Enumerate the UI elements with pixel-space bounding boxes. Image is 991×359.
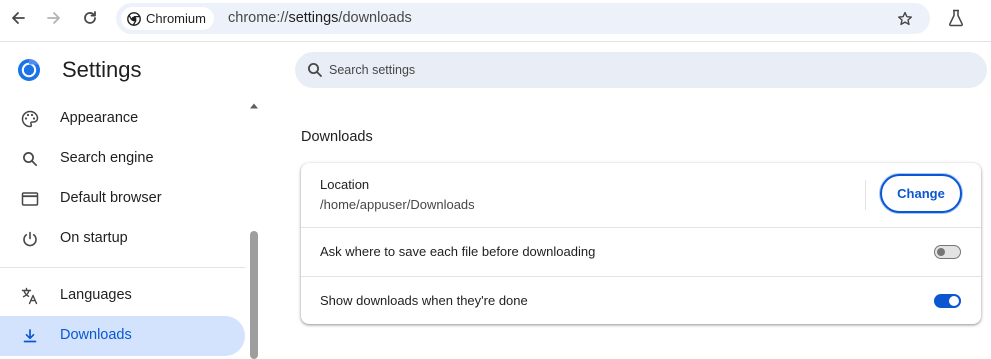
bookmark-star-button[interactable] <box>895 9 915 29</box>
toggle-knob <box>949 296 959 306</box>
sidebar-scrollbar-thumb[interactable] <box>250 231 258 359</box>
search-icon <box>308 63 322 77</box>
download-icon <box>20 326 40 346</box>
reload-icon <box>84 11 96 24</box>
sidebar-divider <box>0 267 245 268</box>
palette-icon <box>20 109 40 129</box>
url-scheme: chrome:// <box>228 10 289 26</box>
browser-window-icon <box>20 189 40 209</box>
url-text[interactable]: chrome://settings/downloads <box>228 10 412 26</box>
sidebar-item-label: Search engine <box>60 150 154 166</box>
address-bar[interactable]: Chromium chrome://settings/downloads <box>116 3 930 34</box>
back-button[interactable] <box>6 6 30 30</box>
browser-toolbar: Chromium chrome://settings/downloads <box>0 0 991 36</box>
search-placeholder: Search settings <box>329 63 416 77</box>
sidebar-item-downloads[interactable]: Downloads <box>0 316 245 356</box>
ask-where-label: Ask where to save each file before downl… <box>320 244 596 259</box>
row-separator <box>865 180 866 210</box>
forward-arrow-icon <box>47 12 60 24</box>
toolbar-divider <box>0 41 991 42</box>
translate-icon <box>20 286 40 306</box>
chip-label: Chromium <box>146 11 206 26</box>
show-when-done-label: Show downloads when they're done <box>320 293 528 308</box>
reload-button[interactable] <box>78 6 102 30</box>
sidebar-item-label: Default browser <box>60 190 162 206</box>
ask-where-toggle[interactable] <box>934 245 961 259</box>
search-icon <box>20 149 40 169</box>
sidebar-item-default-browser[interactable]: Default browser <box>0 179 245 219</box>
sidebar-item-label: Languages <box>60 287 132 303</box>
page-title: Settings <box>62 57 142 82</box>
downloads-settings-card: Location /home/appuser/Downloads Change … <box>301 163 981 324</box>
flask-icon <box>949 9 963 27</box>
row-divider <box>301 276 981 277</box>
toggle-knob <box>937 248 945 256</box>
url-host: settings <box>288 10 339 26</box>
power-icon <box>20 229 40 249</box>
show-when-done-toggle[interactable] <box>934 294 961 308</box>
site-info-chip[interactable]: Chromium <box>121 7 214 30</box>
location-path: /home/appuser/Downloads <box>320 197 475 212</box>
sidebar-item-label: Appearance <box>60 110 139 126</box>
sidebar-item-search-engine[interactable]: Search engine <box>0 139 245 179</box>
change-location-button[interactable]: Change <box>880 174 962 213</box>
forward-button[interactable] <box>42 6 66 30</box>
url-path: /downloads <box>338 10 412 26</box>
scroll-up-arrow-icon[interactable] <box>249 101 259 111</box>
sidebar-item-label: On startup <box>60 230 128 246</box>
chromium-logo-icon <box>127 11 141 26</box>
star-icon <box>898 11 912 26</box>
chromium-settings-logo-icon <box>18 59 40 81</box>
section-title: Downloads <box>301 129 373 145</box>
sidebar-item-on-startup[interactable]: On startup <box>0 219 245 259</box>
row-divider <box>301 227 981 228</box>
location-label: Location <box>320 177 370 192</box>
sidebar-item-appearance[interactable]: Appearance <box>0 99 245 139</box>
sidebar-item-languages[interactable]: Languages <box>0 276 245 316</box>
sidebar-item-label: Downloads <box>60 327 132 343</box>
search-settings-field[interactable]: Search settings <box>295 52 987 88</box>
back-arrow-icon <box>12 12 25 24</box>
labs-button[interactable] <box>945 6 967 30</box>
